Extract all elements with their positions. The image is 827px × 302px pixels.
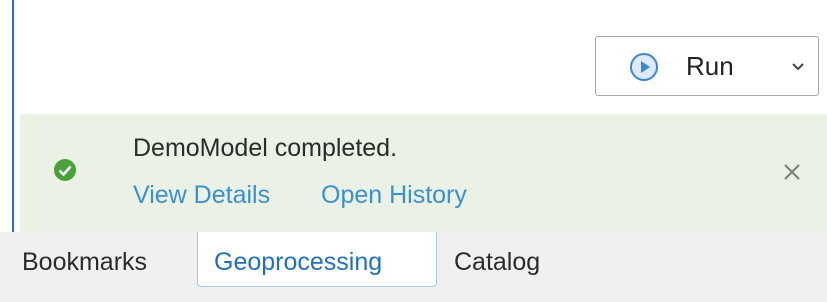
open-history-link[interactable]: Open History xyxy=(321,181,467,210)
notification-message: DemoModel completed. xyxy=(133,134,398,162)
play-circle-icon xyxy=(630,53,658,81)
success-check-icon xyxy=(54,159,76,181)
run-label: Run xyxy=(686,51,734,81)
tab-bookmarks[interactable]: Bookmarks xyxy=(22,236,147,286)
geoprocessing-pane: Run DemoModel completed. View Details Op… xyxy=(0,0,827,232)
view-details-link[interactable]: View Details xyxy=(133,181,270,210)
close-icon[interactable] xyxy=(781,161,803,183)
tab-catalog[interactable]: Catalog xyxy=(454,236,540,286)
chevron-down-icon[interactable] xyxy=(791,62,805,72)
run-button[interactable]: Run xyxy=(595,36,819,96)
tab-geoprocessing[interactable]: Geoprocessing xyxy=(197,232,437,287)
pane-left-border xyxy=(12,0,14,232)
completion-notification: DemoModel completed. View Details Open H… xyxy=(20,114,827,232)
